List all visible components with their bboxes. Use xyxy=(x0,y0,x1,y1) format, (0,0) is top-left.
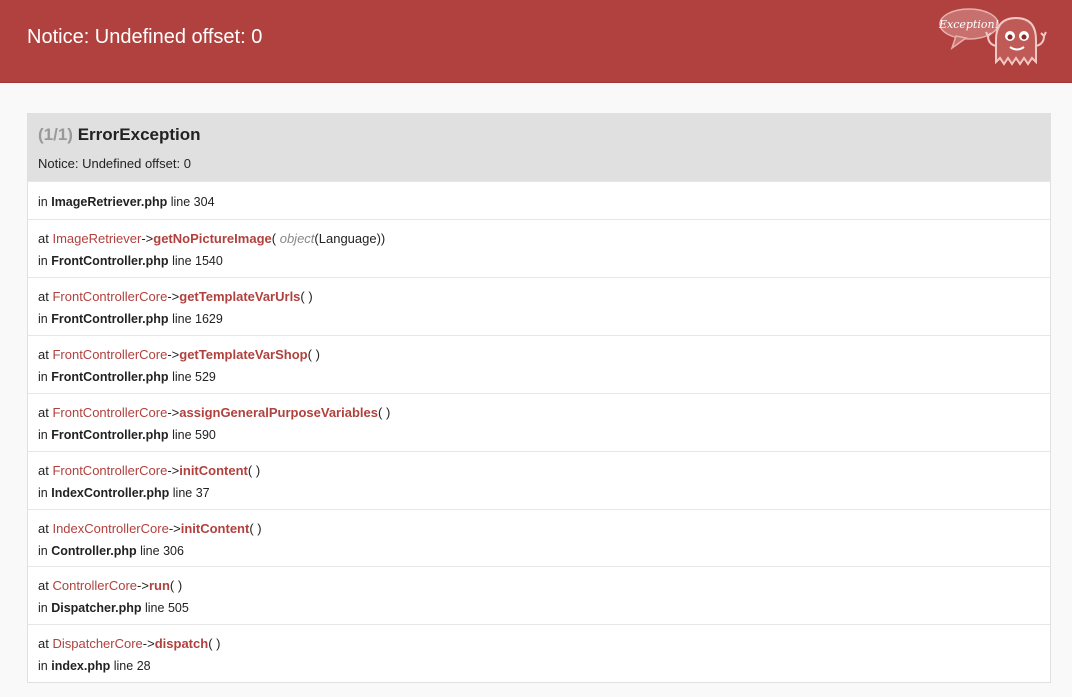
trace-line-number: 37 xyxy=(195,486,210,500)
trace-frame: at FrontControllerCore->initContent( ) i… xyxy=(28,451,1050,509)
stack-trace: in ImageRetriever.php line 304 at ImageR… xyxy=(28,181,1050,682)
trace-line-number: 590 xyxy=(195,428,216,442)
trace-class: FrontControllerCore xyxy=(52,347,168,362)
trace-line-number: 1629 xyxy=(195,312,223,326)
trace-method: run xyxy=(148,578,170,593)
trace-frame: at FrontControllerCore->getTemplateVarSh… xyxy=(28,335,1050,393)
trace-method: getTemplateVarShop xyxy=(179,347,308,362)
trace-class: FrontControllerCore xyxy=(52,405,168,420)
trace-method: getTemplateVarUrls xyxy=(179,289,301,304)
error-header: Notice: Undefined offset: 0 Exception! xyxy=(0,0,1072,83)
trace-file: FrontController.php xyxy=(51,254,169,268)
trace-line-number: 304 xyxy=(193,195,215,209)
trace-file: ImageRetriever.php xyxy=(51,195,168,209)
trace-line-number: 1540 xyxy=(195,254,223,268)
trace-class: IndexControllerCore xyxy=(52,521,169,536)
trace-frame: at FrontControllerCore->assignGeneralPur… xyxy=(28,393,1050,451)
trace-method: initContent xyxy=(180,521,250,536)
trace-line-number: 529 xyxy=(195,370,216,384)
trace-method: getNoPictureImage xyxy=(153,231,272,246)
trace-class: ControllerCore xyxy=(52,578,138,593)
exception-class: ErrorException xyxy=(77,125,201,144)
trace-class: FrontControllerCore xyxy=(52,463,168,478)
trace-class: ImageRetriever xyxy=(52,231,142,246)
logo-text: Exception! xyxy=(938,18,999,31)
exception-summary: (1/1) ErrorException Notice: Undefined o… xyxy=(28,114,1050,181)
trace-method: initContent xyxy=(179,463,248,478)
exception-message: Notice: Undefined offset: 0 xyxy=(38,156,191,171)
trace-file: index.php xyxy=(51,659,111,673)
trace-origin: in ImageRetriever.php line 304 xyxy=(28,181,1050,219)
trace-frame: at IndexControllerCore->initContent( ) i… xyxy=(28,509,1050,566)
trace-file: FrontController.php xyxy=(51,312,169,326)
trace-line-number: 505 xyxy=(167,601,189,615)
trace-frame: at FrontControllerCore->getTemplateVarUr… xyxy=(28,277,1050,335)
trace-line-number: 306 xyxy=(163,544,184,558)
exception-count: (1/1) xyxy=(38,125,73,144)
trace-class: FrontControllerCore xyxy=(52,289,168,304)
trace-file: Dispatcher.php xyxy=(51,601,142,615)
trace-class: DispatcherCore xyxy=(52,636,143,651)
trace-frame: at ImageRetriever->getNoPictureImage( ob… xyxy=(28,219,1050,277)
trace-file: Controller.php xyxy=(51,544,137,558)
trace-file: FrontController.php xyxy=(51,428,169,442)
exception-title: (1/1) ErrorException xyxy=(38,124,201,146)
exception-panel: (1/1) ErrorException Notice: Undefined o… xyxy=(27,113,1051,683)
exception-ghost-logo: Exception! xyxy=(938,8,1047,66)
trace-frame: at ControllerCore->run( ) in Dispatcher.… xyxy=(28,566,1050,624)
trace-frame: at DispatcherCore->dispatch( ) in index.… xyxy=(28,624,1050,682)
page-title: Notice: Undefined offset: 0 xyxy=(27,26,263,48)
trace-line-number: 28 xyxy=(136,659,151,673)
trace-file: IndexController.php xyxy=(51,486,170,500)
trace-method: dispatch xyxy=(154,636,209,651)
trace-arg-value: (Language) xyxy=(314,231,381,246)
trace-file: FrontController.php xyxy=(51,370,169,384)
trace-method: assignGeneralPurposeVariables xyxy=(179,405,378,420)
trace-arg-type: object xyxy=(279,231,315,246)
